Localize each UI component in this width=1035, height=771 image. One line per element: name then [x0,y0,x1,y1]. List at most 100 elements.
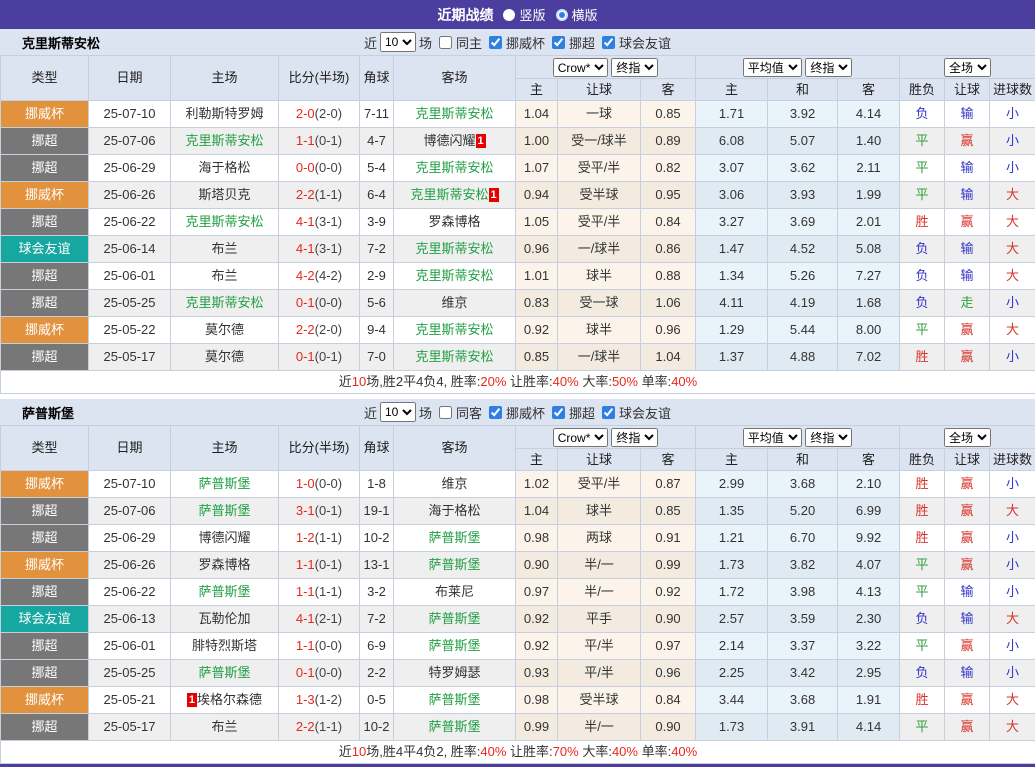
avg-away-odds: 2.30 [838,606,900,633]
sub-home-odds: 主 [516,449,558,471]
result-outcome: 胜 [900,525,945,552]
score: 4-1(2-1) [279,606,360,633]
bookmaker-select[interactable]: Crow* [553,428,608,447]
crow-group-header: Crow* 终指 [516,56,696,79]
match-row: 挪超25-05-25克里斯蒂安松0-1(0-0)5-6维京0.83受一球1.06… [1,290,1035,317]
corners: 2-9 [360,263,394,290]
halftime-score: (2-1) [315,611,342,626]
avg-draw-odds: 5.44 [768,317,838,344]
odds-stage-select[interactable]: 终指 [611,58,658,77]
match-date: 25-06-26 [89,552,171,579]
avg-away-odds: 1.40 [838,128,900,155]
halftime-score: (3-1) [315,214,342,229]
recent-count-select[interactable]: 10 [380,402,416,422]
result-handicap: 赢 [945,344,990,371]
bookmaker-select[interactable]: Crow* [553,58,608,77]
home-team: 海于格松 [171,155,279,182]
result-outcome: 平 [900,317,945,344]
team-label: 博德闪耀 [198,530,250,545]
avg-home-odds: 1.73 [696,714,768,741]
summary-segment: 70% [553,744,579,759]
away-team: 克里斯蒂安松 [394,344,516,371]
corners: 5-6 [360,290,394,317]
avg-away-odds: 1.91 [838,687,900,714]
avg-stage-select[interactable]: 终指 [805,428,852,447]
halftime-score: (1-1) [315,530,342,545]
avg-stage-select[interactable]: 终指 [805,58,852,77]
scope-select[interactable]: 全场 [944,58,991,77]
corners: 3-2 [360,579,394,606]
summary-segment: 40% [671,744,697,759]
away-team: 博德闪耀1 [394,128,516,155]
match-date: 25-05-17 [89,344,171,371]
match-row: 挪威杯25-05-22莫尔德2-2(2-0)9-4克里斯蒂安松0.92球半0.9… [1,317,1035,344]
handicap-line: 平/半 [558,633,641,660]
summary-segment: 40% [553,374,579,389]
crow-home-odds: 0.98 [516,687,558,714]
away-team: 萨普斯堡 [394,606,516,633]
team-label: 萨普斯堡 [198,476,250,491]
odds-stage-select[interactable]: 终指 [611,428,658,447]
corners: 0-5 [360,687,394,714]
fulltime-score: 4-1 [296,611,315,626]
corners: 3-9 [360,209,394,236]
home-team: 斯塔贝克 [171,182,279,209]
result-handicap: 输 [945,660,990,687]
team-label: 克里斯蒂安松 [185,295,263,310]
radio-icon[interactable] [503,9,515,21]
avg-select[interactable]: 平均值 [743,58,802,77]
summary-segment: 近 [339,374,352,389]
layout-option-vertical[interactable]: 竖版 [503,5,545,24]
avg-home-odds: 2.57 [696,606,768,633]
radio-icon[interactable] [556,9,568,21]
halftime-score: (2-0) [315,106,342,121]
team-label: 特罗姆瑟 [428,665,480,680]
result-handicap: 赢 [945,552,990,579]
corners: 6-4 [360,182,394,209]
team-label: 罗森博格 [428,214,480,229]
result-outcome: 平 [900,552,945,579]
match-date: 25-07-06 [89,498,171,525]
friendly-checkbox[interactable] [602,36,615,49]
same-venue-checkbox[interactable] [439,406,452,419]
avg-away-odds: 9.92 [838,525,900,552]
away-team: 克里斯蒂安松 [394,236,516,263]
handicap-line: 平/半 [558,660,641,687]
avg-select[interactable]: 平均值 [743,428,802,447]
league-top-checkbox[interactable] [552,36,565,49]
summary-text: 近10场,胜2平4负4, 胜率:20% 让胜率:40% 大率:50% 单率:40… [1,371,1035,394]
scope-select[interactable]: 全场 [944,428,991,447]
score: 2-2(1-1) [279,182,360,209]
league-top-checkbox[interactable] [552,406,565,419]
result-goals: 小 [990,579,1035,606]
away-team: 克里斯蒂安松 [394,155,516,182]
col-corner: 角球 [360,426,394,471]
score: 0-1(0-1) [279,344,360,371]
summary-segment: 场,胜2平4负4, 胜率: [366,374,480,389]
sub-outcome: 胜负 [900,79,945,101]
league-cup-checkbox[interactable] [489,406,502,419]
layout-option-horizontal[interactable]: 横版 [556,5,598,24]
league-cup-label: 挪威杯 [506,33,545,52]
team-label: 克里斯蒂安松 [415,349,493,364]
league-type-badge: 挪威杯 [1,471,89,498]
summary-segment: 让胜率: [506,744,552,759]
avg-draw-odds: 3.82 [768,552,838,579]
home-team: 克里斯蒂安松 [171,128,279,155]
recent-count-select[interactable]: 10 [380,32,416,52]
fulltime-score: 0-1 [296,295,315,310]
league-cup-checkbox[interactable] [489,36,502,49]
halftime-score: (0-0) [315,665,342,680]
sub-home-odds: 主 [516,79,558,101]
sub-handicap-result: 让球 [945,79,990,101]
crow-home-odds: 0.93 [516,660,558,687]
score: 4-1(3-1) [279,209,360,236]
col-home: 主场 [171,56,279,101]
fulltime-score: 2-2 [296,719,315,734]
league-type-badge: 挪超 [1,633,89,660]
friendly-checkbox[interactable] [602,406,615,419]
same-venue-checkbox[interactable] [439,36,452,49]
team-name: 萨普斯堡 [22,403,74,422]
match-row: 挪超25-06-22克里斯蒂安松4-1(3-1)3-9罗森博格1.05受平/半0… [1,209,1035,236]
match-row: 挪超25-07-06萨普斯堡3-1(0-1)19-1海于格松1.04球半0.85… [1,498,1035,525]
